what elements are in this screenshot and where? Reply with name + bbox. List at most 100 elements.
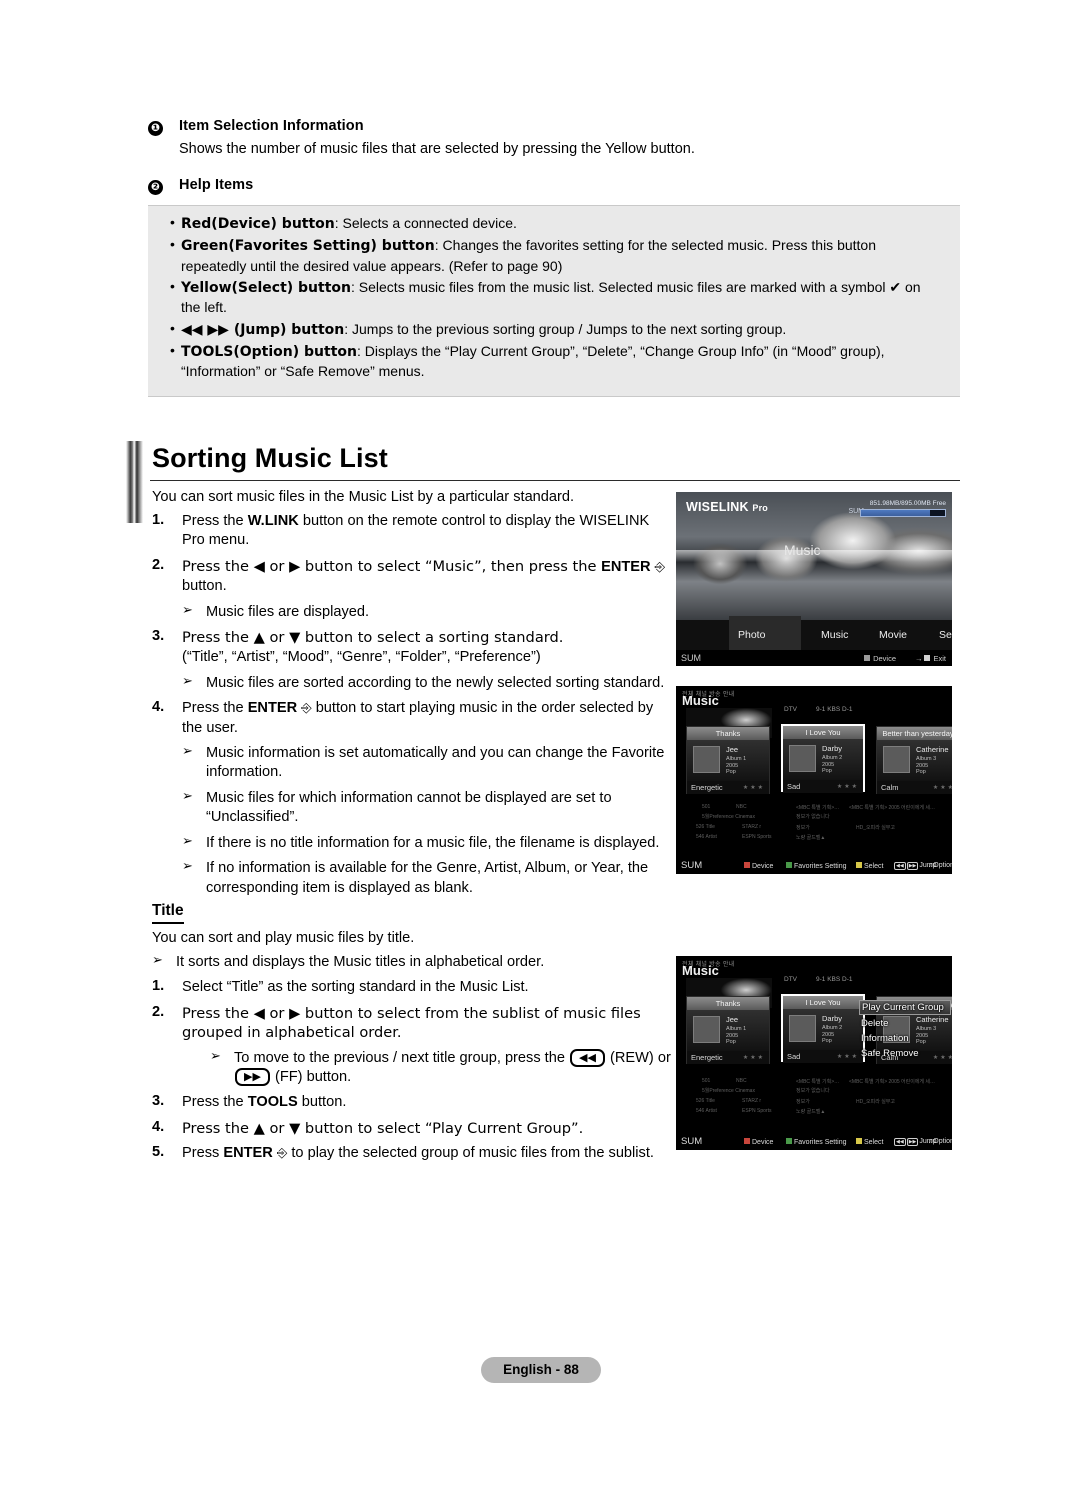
music-card[interactable]: Thanks Jee Album 1 2005 Pop Energetic ★★★ (686, 996, 770, 1064)
title-divider (150, 480, 960, 481)
footer-device[interactable]: Device (744, 1138, 773, 1146)
footer-favorites-setting[interactable]: Favorites Setting (786, 1138, 847, 1146)
item-6-heading: Help Items (179, 177, 254, 193)
music-card-footer: Energetic ★★★ (687, 1051, 769, 1064)
step-4-number: 4. (152, 699, 165, 716)
music-card[interactable]: I Love You Darby Album 2 2005 Pop Sad ★★★ (781, 724, 865, 793)
music-card-title: Better than yesterday (877, 727, 952, 740)
title-step-4-text: Press the ▲ or ▼ button to select “Play … (182, 1119, 584, 1137)
epg-cell: <MBC 특별 기획>… (796, 805, 840, 811)
footer-option[interactable]: ♫Option (928, 1138, 952, 1145)
item-5-heading: Item Selection Information (179, 118, 364, 134)
music-screen-title: Music (682, 963, 719, 978)
footer-device[interactable]: Device (744, 862, 773, 870)
epg-cell: <MBC 특별 기획> 2005 어린이에게 세… (849, 1079, 936, 1085)
dtv-label: DTV (784, 976, 797, 983)
help-item-cont: the left. (181, 299, 227, 316)
item-5-row: ❶ Item Selection Information (148, 118, 960, 136)
step-4: 4. Press the ENTER ⎆ button to start pla… (152, 699, 672, 738)
nav-item-setup[interactable]: Setup (939, 629, 952, 641)
step-2-number: 2. (152, 556, 165, 573)
channel-label: 9-1 KBS D-1 (816, 706, 853, 713)
enter-icon: ⎆ (276, 1146, 288, 1162)
epg-cell: <MBC 특별 기획> 2005 어린이에게 세… (849, 805, 936, 811)
intro-text: You can sort music files in the Music Li… (152, 489, 575, 505)
help-item-button-name: Red(Device) button (181, 216, 335, 232)
bullet-number-5: ❶ (148, 121, 163, 136)
music-card-title: Thanks (687, 727, 769, 740)
footer-option[interactable]: ♫Option (928, 862, 952, 869)
arrow-icon: ➢ (182, 744, 193, 760)
music-card-body: Darby Album 2 2005 Pop (783, 739, 863, 780)
music-card[interactable]: I Love You Darby Album 2 2005 Pop Sad ★★★ (781, 994, 865, 1063)
preference-stars: ★★★ (742, 1055, 765, 1061)
wiselink-nav: Photo Music Movie Setup (676, 616, 952, 650)
music-card-album: Album 3 (916, 756, 937, 762)
music-list-footer: SUM Device Favorites Setting Select ◀◀ ▶▶… (676, 1134, 952, 1150)
title-step-5-text: Press ENTER ⎆ to play the selected group… (182, 1145, 654, 1162)
note-blank: ➢ If no information is available for the… (182, 859, 672, 898)
album-art-thumbnail (789, 1015, 816, 1042)
preference-stars: ★★★ (932, 785, 952, 791)
music-card-meta: Album 1 2005 Pop (726, 756, 746, 776)
subsection-title: Title (152, 902, 184, 924)
tools-menu-item[interactable]: Play Current Group (859, 1000, 951, 1015)
tools-menu-item[interactable]: Delete (859, 1017, 951, 1030)
title-step-5-number: 5. (152, 1144, 165, 1161)
item-5-body: Shows the number of music files that are… (179, 141, 695, 157)
nav-item-music[interactable]: Music (821, 629, 848, 641)
epg-cell: 501 (702, 1078, 711, 1084)
music-card[interactable]: Thanks Jee Album 1 2005 Pop Energetic ★★★ (686, 726, 770, 794)
title-intro: You can sort and play music files by tit… (152, 930, 415, 946)
arrow-icon: ➢ (152, 953, 163, 968)
music-card-artist: Jee (726, 745, 739, 754)
epg-cell: NBC (736, 1078, 747, 1084)
tools-menu-item[interactable]: Information (859, 1032, 951, 1045)
screenshot-music-list: 전체 채널 방송 안내 Music DTV 9-1 KBS D-1 Thanks… (676, 686, 952, 874)
arrow-icon: ➢ (182, 602, 193, 618)
footer-select[interactable]: Select (856, 1138, 883, 1146)
footer-select[interactable]: Select (856, 862, 883, 870)
music-card-footer: Sad ★★★ (783, 780, 863, 793)
footer-device[interactable]: Device (864, 654, 896, 663)
epg-cell: 526 Title (696, 824, 715, 830)
tools-menu-item[interactable]: Safe Remove (859, 1047, 951, 1060)
footer-exit[interactable]: → Exit (915, 654, 946, 663)
arrow-icon: ➢ (182, 833, 193, 849)
nav-item-photo[interactable]: Photo (738, 629, 765, 641)
music-card-genre: Pop (822, 1038, 832, 1044)
title-step-4: 4. Press the ▲ or ▼ button to select “Pl… (152, 1119, 682, 1138)
bullet-number-6: ❷ (148, 180, 163, 195)
channel-label: 9-1 KBS D-1 (816, 976, 853, 983)
note-text: Music files are displayed. (206, 603, 370, 620)
music-card[interactable]: Better than yesterday Catherine Album 3200… (876, 726, 952, 794)
epg-cell: 546 Artist (696, 1108, 717, 1114)
footer-favorites-setting[interactable]: Favorites Setting (786, 862, 847, 870)
music-card-album: Album 1 (726, 756, 747, 762)
help-item-desc: : Selects music files from the music lis… (351, 278, 921, 295)
nav-item-movie[interactable]: Movie (879, 629, 907, 641)
music-card-genre: Pop (916, 769, 926, 775)
step-2-text: Press the ◀ or ▶ button to select “Music… (182, 557, 666, 595)
arrow-icon: ➢ (210, 1048, 221, 1064)
note-text: It sorts and displays the Music titles i… (176, 954, 545, 970)
ff-button-icon: ▶▶ (235, 1068, 270, 1087)
epg-cell: <MBC 특별 기획>… (796, 1079, 840, 1085)
epg-cell: 노량 골드벨▲ (796, 835, 826, 841)
title-note-rew-ff: ➢ To move to the previous / next title g… (210, 1048, 682, 1088)
step-1-text: Press the W.LINK button on the remote co… (182, 513, 650, 549)
manual-page: ❶ Item Selection Information Shows the n… (0, 0, 1080, 1488)
note-music-info: ➢ Music information is set automatically… (182, 744, 672, 783)
title-step-2-text: Press the ◀ or ▶ button to select from t… (182, 1004, 641, 1042)
epg-cell: 5월Preference Cinemax (702, 1088, 755, 1094)
help-item-button-name: Yellow(Select) button (181, 279, 351, 296)
item-6-row: ❷ Help Items (148, 177, 960, 195)
music-card-body: Jee Album 1 2005 Pop (687, 740, 769, 781)
note-text: Music files are sorted according to the … (206, 674, 665, 691)
tools-popup-menu[interactable]: Play Current Group Delete Information Safe … (859, 1000, 951, 1062)
music-card-mood: Calm (881, 783, 899, 792)
title-note-alpha: ➢ It sorts and displays the Music titles… (152, 953, 682, 972)
note-music-displayed: ➢ Music files are displayed. (182, 603, 672, 622)
music-card-artist: Catherine (916, 745, 949, 754)
title-step-3-number: 3. (152, 1093, 165, 1110)
